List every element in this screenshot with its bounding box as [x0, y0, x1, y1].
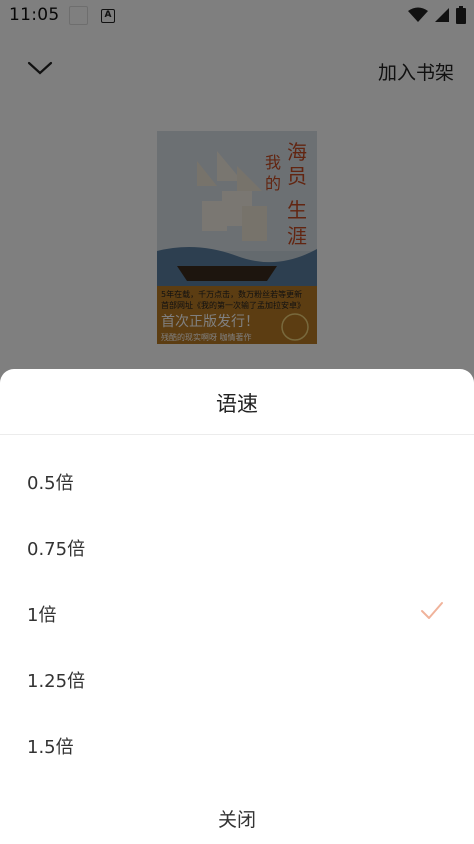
speed-option-label: 0.5倍: [27, 473, 74, 494]
speed-option-1[interactable]: 1倍: [0, 580, 474, 646]
speed-option-1-25[interactable]: 1.25倍: [0, 646, 474, 712]
close-label: 关闭: [217, 809, 256, 831]
speed-option-label: 1.25倍: [27, 671, 86, 692]
divider: [0, 434, 474, 435]
sheet-title: 语速: [216, 392, 258, 416]
speed-option-0-5[interactable]: 0.5倍: [0, 448, 474, 514]
speed-option-1-5[interactable]: 1.5倍: [0, 712, 474, 778]
speed-option-0-75[interactable]: 0.75倍: [0, 514, 474, 580]
speed-option-label: 1.5倍: [27, 737, 74, 758]
speed-option-label: 1倍: [27, 605, 57, 626]
check-icon: [421, 602, 443, 619]
speed-bottom-sheet: 语速 0.5倍 0.75倍 1倍 1.25倍 1.5倍 关闭: [0, 369, 474, 844]
speed-option-label: 0.75倍: [27, 539, 86, 560]
close-button[interactable]: 关闭: [0, 788, 474, 844]
